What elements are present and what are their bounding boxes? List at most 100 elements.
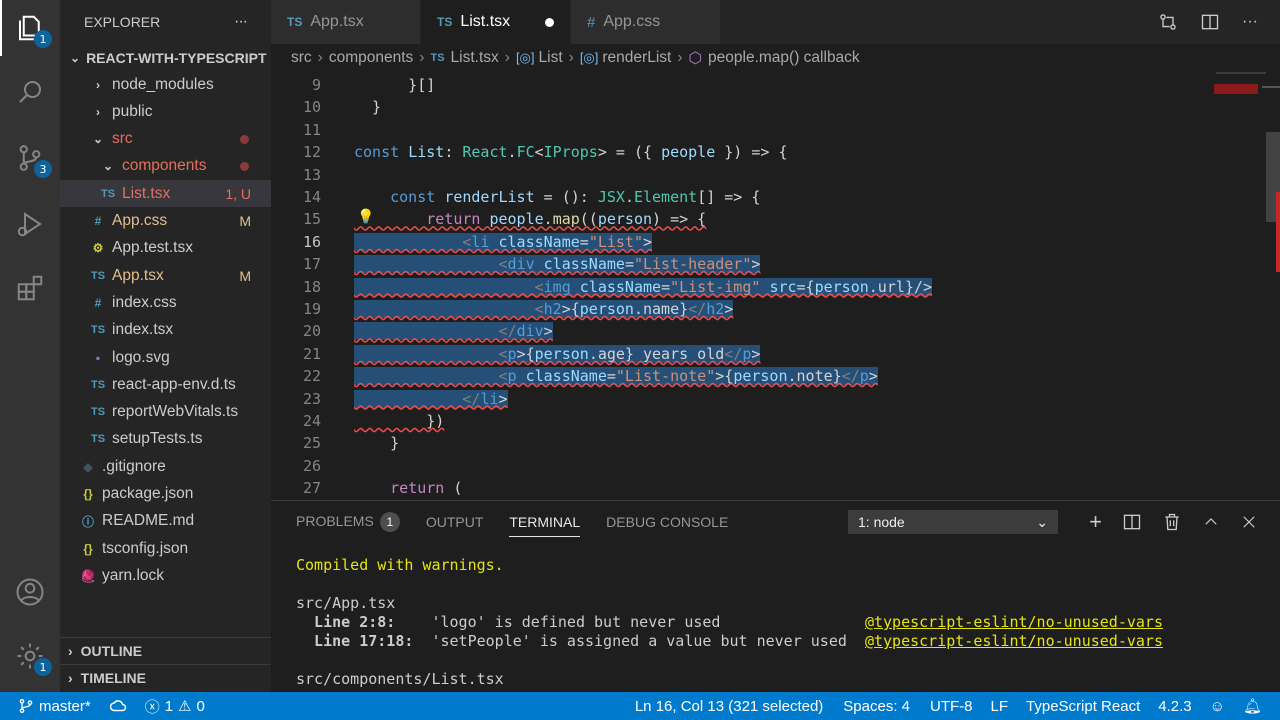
search-icon[interactable] — [12, 74, 48, 110]
tree-item[interactable]: TS react-app-env.d.ts — [60, 371, 271, 398]
line-number: 26 — [302, 456, 321, 475]
tab-problems[interactable]: PROBLEMS 1 — [296, 512, 400, 532]
git-status-badge: 1, U — [225, 185, 251, 202]
tree-item[interactable]: › node_modules — [60, 71, 271, 98]
split-editor-icon[interactable] — [1200, 12, 1220, 32]
tab-app-css[interactable]: # App.css — [571, 0, 721, 44]
encoding[interactable]: UTF-8 — [921, 692, 982, 720]
tree-item[interactable]: # App.css M — [60, 208, 271, 235]
tree-item[interactable]: TS index.tsx — [60, 317, 271, 344]
tree-item[interactable]: ◆ .gitignore — [60, 453, 271, 480]
tab-output[interactable]: OUTPUT — [426, 514, 484, 530]
code-line: 12 const List: React.FC<IProps> = ({ peop… — [271, 141, 1280, 163]
code-line: 24 }) — [271, 410, 1280, 432]
tree-item[interactable]: TS setupTests.ts — [60, 426, 271, 453]
tree-item-label: reportWebVitals.ts — [112, 403, 239, 421]
explorer-icon[interactable]: 1 — [12, 10, 52, 48]
activity-bar: 1 3 1 — [0, 0, 60, 692]
more-actions-icon[interactable]: ··· — [1242, 13, 1258, 31]
variable-icon: [◎] — [579, 50, 599, 65]
file-icon: ⓘ — [81, 514, 94, 529]
tree-item[interactable]: ⌄ src — [60, 126, 271, 153]
code-text: }) — [354, 412, 445, 430]
tree-item[interactable]: {} tsconfig.json — [60, 535, 271, 562]
tab-app-tsx[interactable]: TS App.tsx — [271, 0, 421, 44]
breadcrumb-item[interactable]: List — [539, 49, 563, 67]
code-line: 27 return ( — [271, 477, 1280, 499]
tab-list-tsx[interactable]: TS List.tsx — [421, 0, 571, 44]
tree-item[interactable]: › public — [60, 98, 271, 125]
branch-indicator[interactable]: master* — [0, 692, 100, 720]
split-terminal-icon[interactable] — [1122, 512, 1142, 532]
terminal-line: Compiled with warnings. — [296, 556, 504, 574]
account-icon[interactable] — [12, 574, 48, 610]
breadcrumb-item[interactable]: people.map() callback — [708, 49, 860, 67]
language-mode[interactable]: TypeScript React — [1017, 692, 1149, 720]
line-number: 16 — [302, 232, 321, 251]
terminal-warning-line: Line 17:18: 'setPeople' is assigned a va… — [296, 632, 1163, 650]
method-icon: ⬡ — [688, 49, 703, 67]
problems-indicator[interactable]: ⓧ 1 ⚠ 0 — [136, 692, 214, 720]
source-control-icon[interactable]: 3 — [12, 140, 52, 178]
more-actions-icon[interactable]: ··· — [234, 13, 248, 31]
code-line: 22 <p className="List-note">{person.note… — [271, 365, 1280, 387]
breadcrumb-item[interactable]: renderList — [602, 49, 671, 67]
code-line: 17 <div className="List-header"> — [271, 253, 1280, 275]
settings-badge: 1 — [34, 658, 52, 676]
terminal-output[interactable]: Compiled with warnings. src/App.tsx Line… — [296, 556, 1163, 689]
indentation[interactable]: Spaces: 4 — [832, 692, 921, 720]
unsaved-dot-icon[interactable] — [545, 17, 554, 27]
git-branch-icon — [19, 699, 33, 713]
breadcrumb-item[interactable]: src — [291, 49, 312, 67]
line-number: 24 — [302, 412, 321, 430]
project-root[interactable]: ⌄ REACT-WITH-TYPESCRIPT — [60, 44, 271, 72]
tree-item[interactable]: ⚙ App.test.tsx — [60, 235, 271, 262]
code-line: 16 <li className="List"> — [271, 231, 1280, 253]
timeline-section[interactable]: › TIMELINE — [60, 664, 271, 691]
tree-item[interactable]: ⓘ README.md — [60, 508, 271, 535]
line-number: 11 — [302, 120, 321, 139]
feedback-icon[interactable]: ☺ — [1201, 692, 1234, 720]
terminal-select[interactable]: 1: node ⌄ — [848, 510, 1058, 534]
tree-item[interactable]: ▪ logo.svg — [60, 344, 271, 371]
tree-item[interactable]: # index.css — [60, 289, 271, 316]
trash-icon[interactable] — [1162, 512, 1182, 532]
problems-count-badge: 1 — [379, 512, 400, 532]
code-editor[interactable]: 9 }[] 10 } 11 12 const List: React.FC<IProps… — [271, 72, 1280, 500]
tree-item[interactable]: {} package.json — [60, 481, 271, 508]
tree-item[interactable]: ⌄ components — [60, 153, 271, 180]
editor-actions: ··· — [1158, 0, 1280, 44]
tree-item[interactable]: TS App.tsx M — [60, 262, 271, 289]
tree-item[interactable]: TS List.tsx 1, U — [60, 180, 271, 208]
new-terminal-icon[interactable]: + — [1089, 509, 1102, 535]
chevron-up-icon[interactable] — [1202, 513, 1220, 531]
tab-debug-console[interactable]: DEBUG CONSOLE — [606, 514, 728, 530]
tab-label: App.css — [603, 13, 661, 30]
minimap[interactable] — [1206, 72, 1280, 500]
file-icon: ⚙ — [92, 241, 104, 256]
run-debug-icon[interactable] — [12, 206, 48, 242]
extensions-icon[interactable] — [12, 270, 48, 306]
bell-icon[interactable]: 🔔︎ — [1234, 692, 1280, 720]
cursor-position[interactable]: Ln 16, Col 13 (321 selected) — [626, 692, 832, 720]
tree-item[interactable]: TS reportWebVitals.ts — [60, 399, 271, 426]
timeline-label: TIMELINE — [80, 670, 147, 686]
open-changes-icon[interactable] — [1158, 12, 1178, 32]
line-number: 13 — [302, 165, 321, 184]
tab-label: List.tsx — [460, 13, 511, 30]
line-number: 27 — [302, 479, 321, 498]
close-icon[interactable] — [1240, 513, 1258, 531]
tree-item-label: tsconfig.json — [102, 539, 189, 557]
breadcrumb-item[interactable]: components — [329, 49, 413, 67]
css-file-icon: # — [587, 13, 596, 31]
tree-item[interactable]: 🧶 yarn.lock — [60, 562, 271, 589]
lightbulb-icon[interactable]: 💡 — [357, 209, 374, 225]
tab-terminal[interactable]: TERMINAL — [509, 508, 581, 537]
outline-section[interactable]: › OUTLINE — [60, 637, 271, 664]
ts-version[interactable]: 4.2.3 — [1149, 692, 1200, 720]
sync-icon[interactable] — [100, 692, 136, 720]
breadcrumb-item[interactable]: List.tsx — [451, 49, 499, 67]
end-of-line[interactable]: LF — [982, 692, 1018, 720]
settings-gear-icon[interactable]: 1 — [12, 638, 52, 676]
